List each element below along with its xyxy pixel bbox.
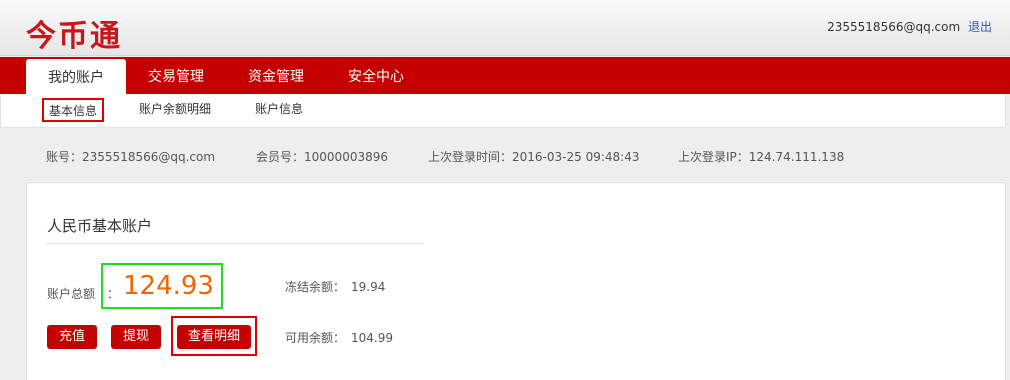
tab-trade-management[interactable]: 交易管理: [136, 57, 216, 94]
user-email: 2355518566@qq.com: [827, 20, 961, 34]
total-balance-sep: ：: [107, 287, 120, 301]
user-area: 2355518566@qq.com 退出: [827, 18, 992, 35]
total-balance-highlight: ： 124.93: [101, 263, 223, 309]
site-header: 今币通 2355518566@qq.com 退出: [0, 0, 1010, 56]
last-login-time-value: 2016-03-25 09:48:43: [512, 150, 640, 164]
recharge-button[interactable]: 充值: [47, 325, 97, 349]
panel-divider: [47, 243, 423, 244]
frozen-balance-label: 冻结余额：: [285, 280, 346, 294]
available-balance: 可用余额： 104.99: [285, 329, 393, 346]
frozen-balance-value: 19.94: [351, 280, 386, 294]
account-number-label: 账号：: [46, 150, 83, 164]
subnav-balance-detail[interactable]: 账户余额明细: [134, 98, 216, 122]
member-number-label: 会员号：: [256, 150, 305, 164]
available-balance-value: 104.99: [351, 331, 394, 345]
last-login-time: 上次登录时间：2016-03-25 09:48:43: [428, 148, 639, 165]
tab-fund-management[interactable]: 资金管理: [236, 57, 316, 94]
tab-my-account[interactable]: 我的账户: [26, 59, 126, 94]
total-balance-value: 124.93: [123, 271, 214, 301]
member-number-value: 10000003896: [304, 150, 388, 164]
account-number-value: 2355518566@qq.com: [82, 150, 216, 164]
total-balance-label: 账户总额: [47, 287, 96, 301]
view-detail-button[interactable]: 查看明细: [177, 325, 251, 349]
account-number: 账号：2355518566@qq.com: [46, 148, 215, 165]
last-login-time-label: 上次登录时间：: [428, 150, 513, 164]
frozen-balance: 冻结余额： 19.94: [285, 278, 385, 295]
site-logo[interactable]: 今币通: [26, 11, 122, 55]
rmb-account-panel: 人民币基本账户 账户总额 ： 124.93 冻结余额： 19.94 可用余额： 10…: [26, 182, 1006, 380]
member-number: 会员号：10000003896: [256, 148, 388, 165]
last-login-ip: 上次登录IP：124.74.111.138: [678, 148, 844, 165]
tab-security-center[interactable]: 安全中心: [336, 57, 416, 94]
withdraw-button[interactable]: 提现: [111, 325, 161, 349]
panel-title: 人民币基本账户: [47, 217, 153, 235]
last-login-ip-value: 124.74.111.138: [748, 150, 845, 164]
last-login-ip-label: 上次登录IP：: [678, 150, 749, 164]
subnav-account-info[interactable]: 账户信息: [250, 98, 308, 122]
logout-link[interactable]: 退出: [968, 20, 992, 34]
available-balance-label: 可用余额：: [285, 331, 346, 345]
main-nav: 我的账户 交易管理 资金管理 安全中心: [0, 57, 1010, 94]
sub-nav: 基本信息 账户余额明细 账户信息: [0, 94, 1006, 128]
subnav-basic-info[interactable]: 基本信息: [42, 98, 105, 122]
